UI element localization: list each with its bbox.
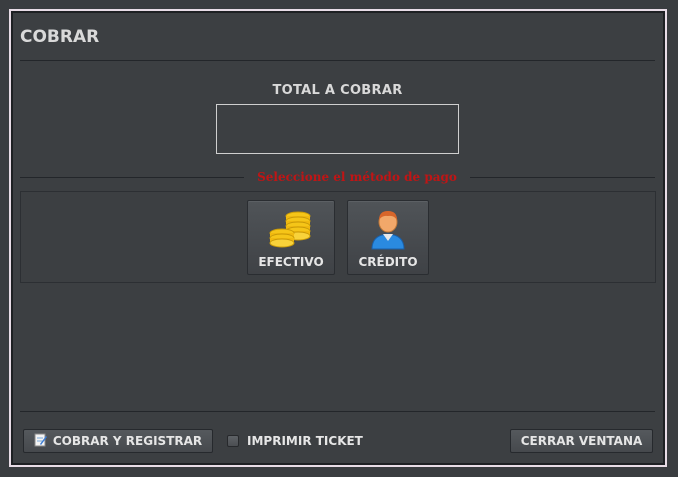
person-icon (368, 207, 408, 255)
cobrar-registrar-label: COBRAR Y REGISTRAR (52, 434, 203, 448)
imprimir-ticket-checkbox[interactable] (227, 435, 239, 447)
efectivo-label: EFECTIVO (258, 255, 324, 269)
cerrar-ventana-button[interactable]: CERRAR VENTANA (510, 429, 653, 453)
cobrar-registrar-button[interactable]: COBRAR Y REGISTRAR (23, 429, 213, 453)
imprimir-ticket-label: IMPRIMIR TICKET (247, 434, 363, 448)
imprimir-ticket-option[interactable]: IMPRIMIR TICKET (227, 433, 363, 449)
payment-methods-panel (20, 191, 656, 283)
coins-icon (269, 207, 313, 255)
total-amount-field (216, 104, 459, 154)
title-divider (20, 60, 655, 61)
dialog-title: COBRAR (20, 27, 100, 47)
notepad-icon (34, 433, 47, 450)
credito-label: CRÉDITO (358, 255, 418, 269)
credito-button[interactable]: CRÉDITO (347, 200, 429, 275)
payment-separator-left (20, 177, 244, 178)
payment-method-prompt: Seleccione el método de pago (257, 170, 457, 184)
efectivo-button[interactable]: EFECTIVO (247, 200, 335, 275)
cerrar-ventana-label: CERRAR VENTANA (520, 434, 643, 448)
total-label: TOTAL A COBRAR (272, 83, 403, 98)
payment-separator-right (470, 177, 655, 178)
footer-divider (20, 411, 655, 412)
